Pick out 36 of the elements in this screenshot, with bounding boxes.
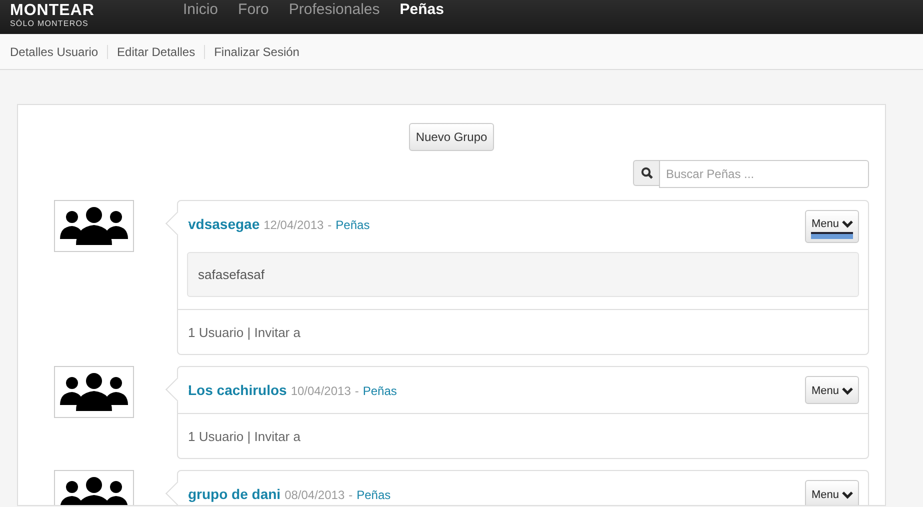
group-date: 08/04/2013	[284, 488, 345, 502]
search-field[interactable]: Buscar Peñas ...	[659, 160, 869, 188]
group-name-link[interactable]: Los cachirulos	[188, 382, 287, 398]
brand-tagline: SÓLO MONTEROS	[10, 20, 90, 28]
group-footer: 1 Usuario | Invitar a	[178, 309, 868, 354]
menu-button[interactable]: Menu	[805, 376, 859, 404]
separator: -	[328, 218, 332, 232]
chevron-down-icon	[842, 491, 853, 499]
sub-nav-link[interactable]: Editar Detalles	[107, 44, 204, 58]
category-link[interactable]: Peñas	[336, 218, 370, 232]
group-description: safasefasaf	[187, 252, 859, 297]
separator: -	[354, 384, 359, 398]
menu-button[interactable]: Menu	[805, 210, 859, 243]
group-name-link[interactable]: grupo de dani	[188, 486, 281, 502]
group-date: 12/04/2013	[264, 218, 324, 232]
menu-button[interactable]: Menu	[805, 480, 859, 505]
new-group-button[interactable]: Nuevo Grupo	[408, 123, 494, 151]
group-name-link[interactable]: vdsasegae	[188, 216, 260, 232]
chevron-down-icon	[842, 387, 853, 395]
group-icon	[58, 373, 130, 411]
nav-link[interactable]: Peñas	[390, 0, 454, 19]
nav-link[interactable]: Inicio	[173, 0, 228, 19]
sub-nav-link[interactable]: Finalizar Sesión	[204, 44, 308, 58]
group-icon	[58, 477, 130, 505]
group-icon	[58, 207, 130, 245]
chevron-down-icon	[842, 220, 853, 228]
search-icon	[640, 167, 652, 179]
group-date: 10/04/2013	[290, 384, 351, 398]
group-footer: 1 Usuario | Invitar a	[178, 413, 868, 458]
sub-nav-link[interactable]: Detalles Usuario	[10, 44, 108, 58]
nav-link[interactable]: Foro	[228, 0, 279, 19]
nav-link[interactable]: Profesionales	[278, 0, 390, 19]
separator: -	[348, 488, 353, 502]
category-link[interactable]: Peñas	[356, 488, 391, 502]
category-link[interactable]: Peñas	[362, 384, 397, 398]
brand-name[interactable]: MONTEAR	[10, 3, 173, 19]
